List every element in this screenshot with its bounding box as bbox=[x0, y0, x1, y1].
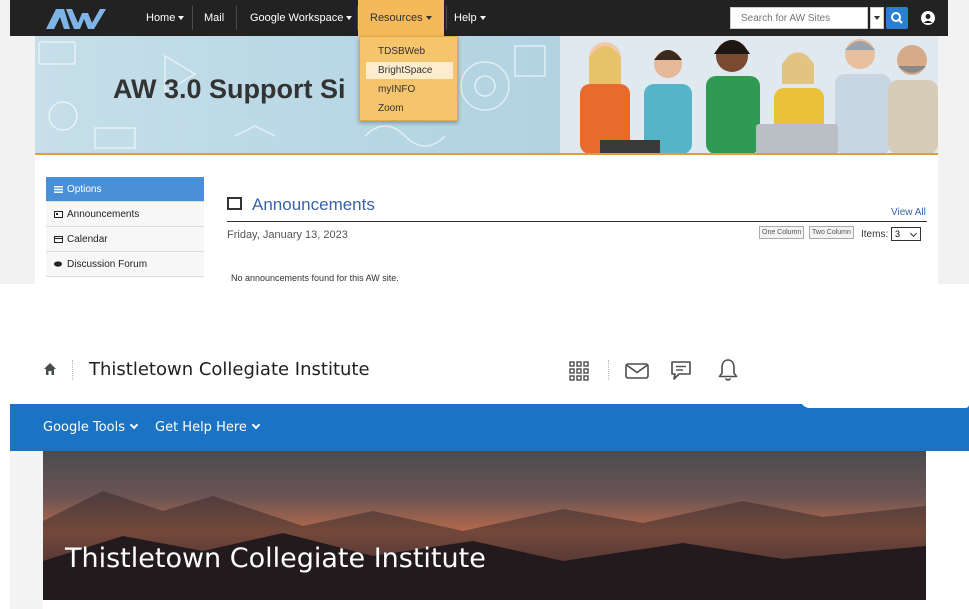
page-title: AW 3.0 Support Si bbox=[113, 74, 346, 104]
chevron-down-icon bbox=[178, 16, 185, 21]
nav-divider bbox=[236, 6, 237, 30]
divider bbox=[227, 221, 927, 222]
announcements-date: Friday, January 13, 2023 bbox=[227, 229, 348, 241]
search-icon bbox=[891, 12, 903, 24]
items-label: Items: bbox=[861, 229, 889, 240]
aw-content-area: Options Announcements Calendar Discussio… bbox=[35, 155, 938, 284]
nav-google-workspace-label: Google Workspace bbox=[250, 12, 344, 24]
announcements-heading: Announcements bbox=[252, 195, 375, 214]
sidebar-options[interactable]: Options bbox=[46, 177, 204, 202]
menu-google-tools[interactable]: Google Tools bbox=[43, 420, 139, 435]
sidebar-item-announcements[interactable]: Announcements bbox=[46, 202, 204, 227]
org-name-link[interactable]: Thistletown Collegiate Institute bbox=[89, 359, 370, 380]
sidebar-options-label: Options bbox=[67, 184, 102, 195]
newspaper-icon bbox=[54, 211, 63, 218]
bell-icon[interactable] bbox=[717, 358, 739, 382]
sidebar-item-discussion-forum[interactable]: Discussion Forum bbox=[46, 252, 204, 277]
chevron-down-icon bbox=[251, 420, 261, 430]
home-icon[interactable] bbox=[43, 362, 57, 376]
menu-item-tdsbweb[interactable]: TDSBWeb bbox=[366, 43, 453, 60]
chevron-down-icon bbox=[346, 16, 353, 21]
chat-icon[interactable] bbox=[669, 359, 693, 383]
items-count-value: 3 bbox=[895, 229, 901, 239]
aw-top-nav: Home Mail Google Workspace Resources Hel… bbox=[10, 0, 948, 36]
newspaper-icon bbox=[227, 197, 242, 210]
nav-resources-label: Resources bbox=[370, 12, 423, 24]
menu-item-zoom[interactable]: Zoom bbox=[366, 100, 453, 117]
page-margin bbox=[10, 451, 43, 609]
aw-site-screenshot: Home Mail Google Workspace Resources Hel… bbox=[0, 0, 969, 284]
menu-get-help-here[interactable]: Get Help Here bbox=[155, 420, 261, 435]
aw-banner: AW 3.0 Support Si bbox=[35, 36, 938, 154]
menu-item-brightspace[interactable]: BrightSpace bbox=[366, 62, 453, 79]
nav-google-workspace[interactable]: Google Workspace bbox=[238, 0, 364, 36]
aw-search-input[interactable] bbox=[730, 7, 868, 29]
list-icon bbox=[54, 186, 63, 193]
mountain-sunset-image bbox=[43, 491, 926, 600]
nav-help-label: Help bbox=[454, 12, 477, 24]
chevron-down-icon bbox=[909, 229, 918, 238]
course-hero-banner: Thistletown Collegiate Institute bbox=[43, 451, 926, 600]
one-column-button[interactable]: One Column bbox=[759, 226, 805, 239]
nav-resources[interactable]: Resources bbox=[358, 0, 444, 36]
sidebar-item-label: Calendar bbox=[67, 234, 108, 245]
header-divider bbox=[72, 360, 73, 380]
chevron-down-icon bbox=[425, 16, 432, 21]
sidebar-item-label: Discussion Forum bbox=[67, 259, 148, 270]
nav-help[interactable]: Help bbox=[442, 0, 498, 36]
brightspace-nav-bar: Google Tools Get Help Here bbox=[10, 404, 969, 451]
nav-home-label: Home bbox=[146, 12, 176, 24]
chevron-down-icon bbox=[874, 16, 880, 20]
two-column-button[interactable]: Two Column bbox=[809, 226, 854, 239]
nav-mail[interactable]: Mail bbox=[192, 0, 236, 36]
resources-dropdown-menu: TDSBWeb BrightSpace myINFO Zoom bbox=[359, 36, 458, 121]
menu-google-tools-label: Google Tools bbox=[43, 420, 125, 435]
hero-title: Thistletown Collegiate Institute bbox=[65, 543, 486, 574]
torn-edge bbox=[800, 398, 969, 408]
chevron-down-icon bbox=[129, 420, 139, 430]
calendar-icon bbox=[54, 236, 63, 243]
brightspace-header: Thistletown Collegiate Institute bbox=[0, 340, 969, 404]
comments-icon bbox=[54, 261, 62, 267]
mail-icon[interactable] bbox=[625, 363, 649, 379]
user-account-icon[interactable] bbox=[921, 11, 935, 25]
chevron-down-icon bbox=[479, 16, 486, 21]
header-divider bbox=[608, 360, 609, 380]
empty-state-message: No announcements found for this AW site. bbox=[231, 273, 399, 283]
menu-get-help-here-label: Get Help Here bbox=[155, 420, 247, 435]
team-photo bbox=[560, 36, 938, 154]
search-button[interactable] bbox=[886, 7, 908, 29]
aw-logo[interactable] bbox=[44, 7, 108, 31]
sidebar-item-label: Announcements bbox=[67, 209, 140, 220]
nav-mail-label: Mail bbox=[204, 12, 225, 24]
nav-home[interactable]: Home bbox=[134, 0, 196, 36]
view-all-link[interactable]: View All bbox=[891, 207, 926, 218]
sidebar-item-calendar[interactable]: Calendar bbox=[46, 227, 204, 252]
aw-sidebar: Options Announcements Calendar Discussio… bbox=[46, 177, 204, 277]
items-count-select[interactable]: 3 bbox=[891, 227, 921, 241]
menu-item-myinfo[interactable]: myINFO bbox=[366, 81, 453, 98]
search-scope-dropdown[interactable] bbox=[870, 7, 884, 29]
waffle-grid-icon[interactable] bbox=[569, 361, 589, 381]
